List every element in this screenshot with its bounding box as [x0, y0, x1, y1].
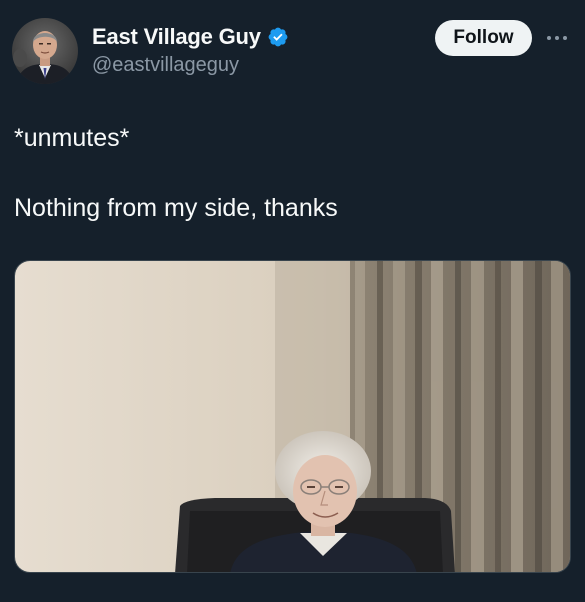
tweet-text-line: Nothing from my side, thanks: [14, 194, 338, 222]
author-name-row: East Village Guy: [92, 24, 289, 50]
video-call-photo: [15, 261, 570, 572]
tweet-card: East Village Guy @eastvillageguy Follow …: [0, 0, 585, 602]
avatar-photo: [12, 18, 78, 84]
author-handle[interactable]: @eastvillageguy: [92, 54, 239, 77]
verified-badge-icon[interactable]: [267, 26, 289, 48]
follow-button[interactable]: Follow: [435, 20, 532, 56]
tweet-text-line: *unmutes*: [14, 124, 130, 152]
author-display-name[interactable]: East Village Guy: [92, 24, 261, 50]
more-horizontal-icon[interactable]: [539, 27, 575, 49]
tweet-media-image[interactable]: [14, 260, 571, 573]
author-avatar[interactable]: [12, 18, 78, 84]
tweet-text: *unmutes* Nothing from my side, thanks: [14, 123, 564, 223]
